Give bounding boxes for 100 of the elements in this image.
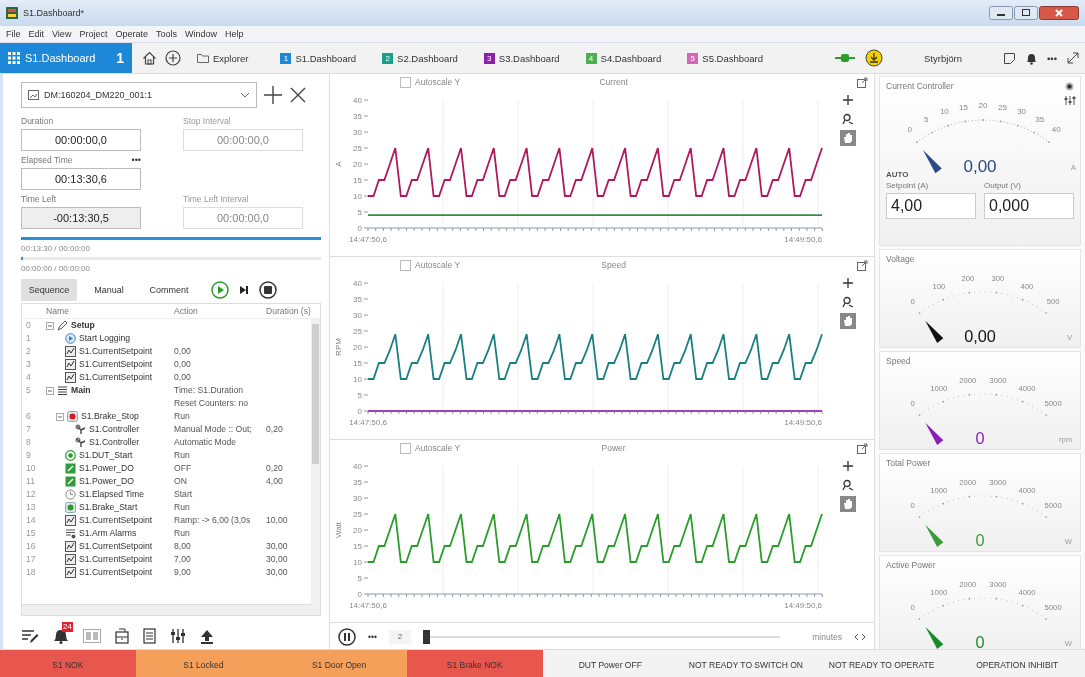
input-field[interactable]: 0,000 — [984, 193, 1074, 219]
menu-item[interactable]: View — [52, 29, 72, 39]
sliders-icon[interactable] — [170, 628, 186, 644]
tab[interactable]: Manual — [81, 279, 137, 301]
column-header: Duration (s) — [266, 306, 312, 316]
step-duration: 30,00 — [266, 554, 288, 564]
menu-item[interactable]: Project — [79, 29, 108, 39]
step-name[interactable]: S1.CurrentSetpoint — [79, 358, 153, 371]
step-name[interactable]: S1.Power_DO — [79, 462, 134, 475]
menu-item[interactable]: Tools — [155, 29, 177, 39]
folder-icon[interactable] — [197, 53, 209, 63]
gauge-unit: W — [1064, 536, 1073, 546]
bell-icon[interactable] — [53, 628, 69, 644]
step-name[interactable]: Main — [71, 384, 91, 397]
popout-icon[interactable] — [857, 76, 868, 88]
user-name[interactable]: Styrbjörn — [893, 52, 993, 64]
step-name[interactable]: S1.CurrentSetpoint — [79, 553, 153, 566]
add-circle-icon[interactable] — [165, 50, 181, 66]
more-button[interactable]: ••• — [368, 632, 377, 642]
axis-tick-label: 20 — [353, 343, 362, 352]
switch-icon — [65, 463, 76, 474]
note-icon[interactable] — [1003, 51, 1016, 65]
step-name[interactable]: S1.Brake_Start — [79, 501, 138, 514]
step-name[interactable]: S1.CurrentSetpoint — [79, 371, 153, 384]
dashboard-link[interactable]: 4 S4.Dashboard — [579, 46, 668, 70]
step-name[interactable]: S1.CurrentSetpoint — [79, 540, 153, 553]
bell-icon[interactable] — [1026, 51, 1037, 65]
tab[interactable]: Sequence — [21, 279, 77, 301]
step-name[interactable]: Start Logging — [79, 332, 131, 345]
step-name[interactable]: S1.Power_DO — [79, 475, 134, 488]
more-button[interactable]: ••• — [1047, 52, 1057, 64]
step-name[interactable]: S1.CurrentSetpoint — [79, 514, 153, 527]
maximize-icon[interactable] — [1014, 6, 1038, 20]
play-icon[interactable] — [211, 281, 229, 299]
status-indicator: S1 Brake NOK — [406, 650, 543, 677]
close-icon[interactable] — [289, 86, 307, 104]
pause-icon[interactable] — [338, 628, 356, 646]
scrollbar[interactable] — [22, 604, 320, 615]
cabinet-icon[interactable] — [115, 628, 129, 644]
gauge-value: 0 — [975, 428, 985, 447]
upload-icon[interactable] — [200, 628, 214, 644]
record-icon[interactable] — [1065, 81, 1074, 91]
gauge-unit: rpm — [1058, 434, 1073, 444]
popout-icon[interactable] — [857, 442, 868, 454]
time-field[interactable]: 00:13:30,6 — [21, 168, 141, 190]
checkbox[interactable] — [400, 259, 411, 271]
menu-item[interactable]: Window — [184, 29, 217, 39]
step-action: Run — [174, 502, 190, 512]
dashboard-link[interactable]: 5 S5.Dashboard — [681, 46, 770, 70]
play-icon — [65, 333, 76, 344]
document-icon[interactable] — [143, 628, 156, 644]
dashboard-link[interactable]: 1 S1.Dashboard — [274, 46, 363, 70]
explorer-button[interactable]: Explorer — [191, 46, 255, 70]
step-icon[interactable] — [239, 285, 249, 295]
chevrons-icon[interactable] — [854, 633, 866, 641]
checkbox[interactable] — [400, 442, 411, 454]
axis-title: A — [334, 161, 343, 167]
checkbox[interactable] — [400, 76, 411, 88]
step-name[interactable]: S1.DUT_Start — [79, 449, 133, 462]
popout-icon[interactable] — [857, 259, 868, 271]
download-circle-icon[interactable] — [865, 49, 883, 67]
grid-icon[interactable] — [8, 52, 20, 64]
home-icon[interactable] — [142, 51, 157, 65]
edit-list-icon[interactable] — [21, 628, 39, 644]
menu-item[interactable]: Help — [224, 29, 244, 39]
close-icon[interactable] — [1039, 6, 1079, 20]
menu-item[interactable]: Operate — [115, 29, 148, 39]
input-field[interactable]: 4,00 — [886, 193, 976, 219]
step-name[interactable]: Setup — [71, 319, 95, 332]
menu-item[interactable]: File — [6, 29, 21, 39]
step-name[interactable]: S1.CurrentSetpoint — [79, 345, 153, 358]
expand-icon[interactable] — [1067, 52, 1079, 64]
scrollbar[interactable] — [311, 318, 320, 605]
menu-item[interactable]: Edit — [28, 29, 45, 39]
minimize-icon[interactable] — [989, 6, 1013, 20]
sliders-icon[interactable] — [1064, 95, 1076, 106]
tab[interactable]: Comment — [141, 279, 197, 301]
stop-icon[interactable] — [259, 281, 277, 299]
step-name[interactable]: S1.Brake_Stop — [81, 410, 139, 423]
gauge-unit: A — [1070, 163, 1076, 172]
add-icon[interactable] — [263, 85, 283, 105]
checkbox-label: Autoscale Y — [415, 77, 461, 87]
chevron-down-icon[interactable] — [240, 92, 250, 98]
plug-icon[interactable] — [835, 52, 855, 64]
step-name[interactable]: S1.Elapsed Time — [79, 488, 144, 501]
step-name[interactable]: S1.CurrentSetpoint — [79, 566, 153, 579]
window-field[interactable]: 2 — [388, 630, 411, 644]
dashboard-link[interactable]: 3 S3.Dashboard — [477, 46, 566, 70]
gauge-scale-label: 400 — [1020, 281, 1034, 291]
row-number: 2 — [25, 345, 32, 358]
step-name[interactable]: S1.Controller — [89, 436, 140, 449]
dashboard-tab[interactable]: S1.Dashboard 1 — [0, 43, 132, 73]
more-button[interactable]: ••• — [131, 155, 141, 165]
step-duration: 10,00 — [266, 515, 288, 525]
time-field[interactable]: -00:13:30,5 — [21, 207, 141, 229]
step-name[interactable]: S1.Arm Alarms — [79, 527, 137, 540]
dashboard-link[interactable]: 2 S2.Dashboard — [376, 46, 464, 70]
step-name[interactable]: S1.Controller — [89, 423, 140, 436]
channel-dropdown[interactable]: DM:160204_DM220_001:1 — [21, 82, 257, 108]
time-field[interactable]: 00:00:00,0 — [21, 129, 141, 151]
